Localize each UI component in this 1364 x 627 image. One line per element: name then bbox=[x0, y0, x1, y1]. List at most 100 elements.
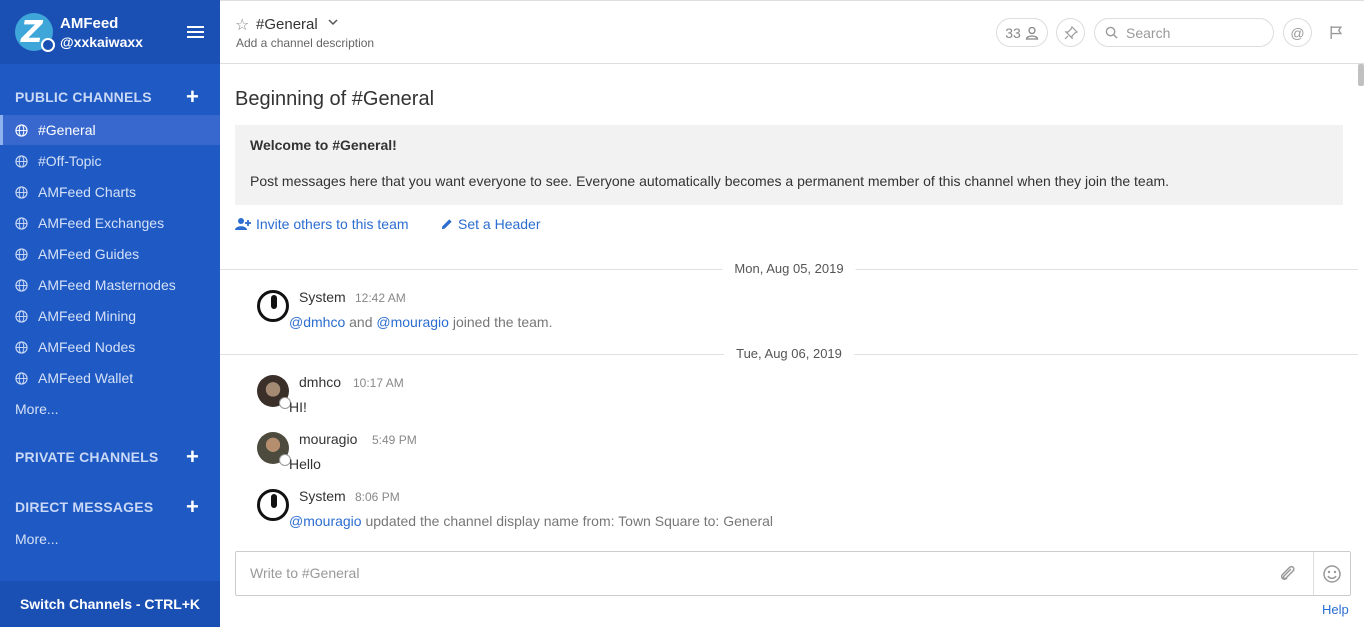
sidebar-item-off-topic[interactable]: #Off-Topic bbox=[0, 146, 220, 176]
post-body: Hello bbox=[289, 456, 321, 472]
channel-intro-box: Welcome to #General! Post messages here … bbox=[235, 125, 1343, 205]
globe-icon bbox=[15, 278, 28, 292]
pencil-icon bbox=[441, 218, 452, 229]
channel-header: ☆ #General Add a channel description 33 … bbox=[220, 0, 1364, 64]
mention-link[interactable]: @mouragio bbox=[289, 513, 362, 529]
sidebar-item-label: AMFeed Mining bbox=[38, 308, 137, 324]
search-input[interactable] bbox=[1126, 24, 1266, 41]
private-channels-title: PRIVATE CHANNELS bbox=[15, 449, 159, 465]
sidebar-item-guides[interactable]: AMFeed Guides bbox=[0, 239, 220, 269]
post-body: @mouragio updated the channel display na… bbox=[289, 513, 773, 529]
team-header[interactable]: Z AMFeed @xxkaiwaxx bbox=[0, 0, 220, 64]
post-author[interactable]: mouragio bbox=[299, 431, 357, 447]
post-text: updated the channel display name from: T… bbox=[365, 513, 774, 529]
post-time[interactable]: 8:06 PM bbox=[355, 490, 400, 504]
globe-icon bbox=[15, 123, 28, 137]
post-body: HI! bbox=[289, 399, 307, 415]
emoji-icon[interactable] bbox=[1322, 564, 1342, 584]
globe-icon bbox=[15, 371, 28, 385]
username: @xxkaiwaxx bbox=[60, 34, 143, 50]
globe-icon bbox=[15, 309, 28, 323]
mentions-button[interactable]: @ bbox=[1283, 18, 1312, 47]
post-time[interactable]: 10:17 AM bbox=[353, 376, 404, 390]
sidebar-item-label: #General bbox=[38, 122, 96, 138]
member-count-button[interactable]: 33 bbox=[996, 18, 1048, 47]
avatar[interactable] bbox=[257, 375, 291, 409]
intro-text: Post messages here that you want everyon… bbox=[250, 173, 1170, 189]
set-header-label: Set a Header bbox=[458, 216, 541, 232]
flagged-posts-button[interactable] bbox=[1321, 18, 1350, 47]
channel-intro-title: Beginning of #General bbox=[235, 88, 435, 110]
globe-icon bbox=[15, 216, 28, 230]
switch-channels-button[interactable]: Switch Channels - CTRL+K bbox=[0, 581, 220, 627]
message-composer bbox=[235, 551, 1351, 596]
sidebar-item-label: AMFeed Nodes bbox=[38, 339, 136, 355]
globe-icon bbox=[15, 154, 28, 168]
post-author: System bbox=[299, 488, 346, 504]
star-icon[interactable]: ☆ bbox=[235, 15, 249, 35]
add-public-channel-icon[interactable]: + bbox=[186, 86, 199, 108]
scrollbar[interactable] bbox=[1358, 64, 1364, 86]
add-user-icon bbox=[235, 218, 251, 230]
globe-icon bbox=[15, 185, 28, 199]
sidebar-item-nodes[interactable]: AMFeed Nodes bbox=[0, 332, 220, 362]
message-area: Beginning of #General Welcome to #Genera… bbox=[220, 64, 1364, 627]
paperclip-icon[interactable] bbox=[1278, 564, 1298, 584]
more-direct-messages-link[interactable]: More... bbox=[15, 531, 59, 547]
add-direct-message-icon[interactable]: + bbox=[186, 496, 199, 518]
team-name: AMFeed bbox=[60, 15, 119, 32]
sidebar-item-wallet[interactable]: AMFeed Wallet bbox=[0, 363, 220, 393]
post-text: joined the team. bbox=[452, 314, 553, 330]
sidebar-item-label: AMFeed Exchanges bbox=[38, 215, 165, 231]
flag-icon bbox=[1330, 26, 1343, 39]
at-icon: @ bbox=[1290, 24, 1305, 41]
member-icon bbox=[1025, 26, 1039, 40]
post-body: @dmhco and @mouragio joined the team. bbox=[289, 314, 552, 330]
direct-messages-title: DIRECT MESSAGES bbox=[15, 499, 154, 515]
member-count: 33 bbox=[1005, 24, 1021, 41]
invite-label: Invite others to this team bbox=[256, 216, 409, 232]
pinned-posts-button[interactable] bbox=[1056, 18, 1085, 47]
globe-icon bbox=[15, 340, 28, 354]
system-avatar bbox=[257, 489, 289, 521]
post-text: and bbox=[349, 314, 373, 330]
set-header-link[interactable]: Set a Header bbox=[440, 216, 541, 232]
invite-others-link[interactable]: Invite others to this team bbox=[235, 216, 409, 232]
sidebar-item-label: #Off-Topic bbox=[38, 153, 102, 169]
post-author: System bbox=[299, 289, 346, 305]
sidebar-item-mining[interactable]: AMFeed Mining bbox=[0, 301, 220, 331]
sidebar-item-label: AMFeed Wallet bbox=[38, 370, 134, 386]
chevron-down-icon[interactable] bbox=[326, 15, 340, 29]
sidebar-item-label: AMFeed Charts bbox=[38, 184, 137, 200]
hamburger-menu-icon[interactable] bbox=[187, 26, 204, 38]
system-avatar bbox=[257, 290, 289, 322]
avatar[interactable] bbox=[257, 432, 291, 466]
sidebar-item-label: AMFeed Masternodes bbox=[38, 277, 176, 293]
date-separator: Tue, Aug 06, 2019 bbox=[220, 344, 1358, 364]
globe-icon bbox=[15, 247, 28, 261]
add-private-channel-icon[interactable]: + bbox=[186, 446, 199, 468]
search-box[interactable] bbox=[1094, 18, 1274, 47]
post-time[interactable]: 5:49 PM bbox=[372, 433, 417, 447]
sidebar-item-general[interactable]: #General bbox=[0, 115, 220, 145]
help-link[interactable]: Help bbox=[1322, 602, 1349, 617]
public-channels-title: PUBLIC CHANNELS bbox=[15, 89, 152, 105]
sidebar-item-label: AMFeed Guides bbox=[38, 246, 140, 262]
welcome-text: Welcome to #General! bbox=[250, 137, 397, 153]
sidebar-item-masternodes[interactable]: AMFeed Masternodes bbox=[0, 270, 220, 300]
search-icon bbox=[1105, 26, 1118, 39]
post-author[interactable]: dmhco bbox=[299, 374, 341, 390]
date-label: Tue, Aug 06, 2019 bbox=[724, 346, 854, 361]
pin-icon bbox=[1064, 25, 1078, 39]
more-channels-link[interactable]: More... bbox=[15, 401, 59, 417]
mention-link[interactable]: @dmhco bbox=[289, 314, 345, 330]
sidebar-item-exchanges[interactable]: AMFeed Exchanges bbox=[0, 208, 220, 238]
sidebar-item-charts[interactable]: AMFeed Charts bbox=[0, 177, 220, 207]
mention-link[interactable]: @mouragio bbox=[376, 314, 449, 330]
divider bbox=[1313, 552, 1314, 595]
post-time[interactable]: 12:42 AM bbox=[355, 291, 406, 305]
channel-title[interactable]: #General bbox=[256, 16, 318, 33]
message-input[interactable] bbox=[236, 552, 1276, 595]
date-separator: Mon, Aug 05, 2019 bbox=[220, 259, 1358, 279]
channel-description[interactable]: Add a channel description bbox=[236, 36, 374, 50]
